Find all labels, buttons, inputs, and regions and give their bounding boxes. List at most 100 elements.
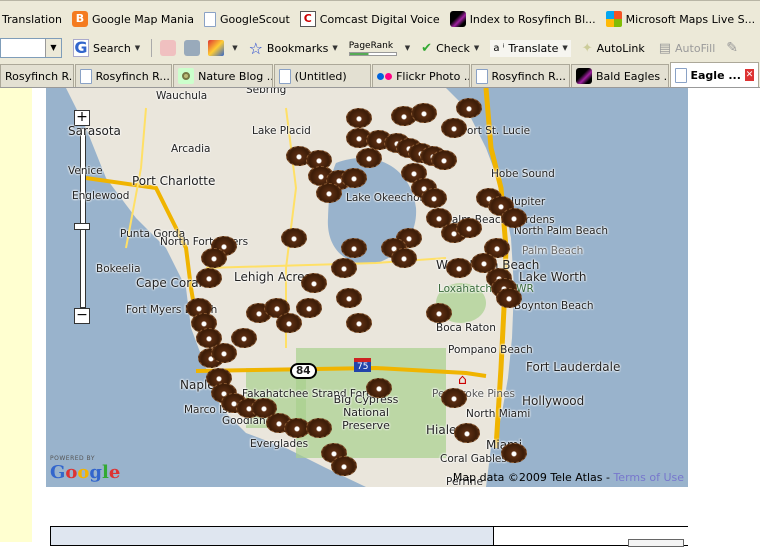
zoom-slider[interactable] bbox=[74, 128, 90, 308]
tab-rosyfinch-1[interactable]: Rosyfinch R... bbox=[0, 64, 74, 87]
search-input[interactable]: ▼ bbox=[0, 38, 62, 58]
zoom-control: + − bbox=[74, 110, 90, 324]
eagle-nest-marker-icon[interactable] bbox=[441, 388, 467, 408]
eagle-nest-marker-icon[interactable] bbox=[454, 423, 480, 443]
eagle-nest-marker-icon[interactable] bbox=[231, 328, 257, 348]
tab-label: Rosyfinch R... bbox=[491, 69, 566, 83]
eagle-nest-marker-icon[interactable] bbox=[456, 218, 482, 238]
eagle-nest-marker-icon[interactable] bbox=[316, 183, 342, 203]
zoom-slider-handle[interactable] bbox=[74, 223, 90, 230]
bookmark-label: Index to Rosyfinch Bl... bbox=[469, 12, 596, 26]
copyright-text: Map data ©2009 Tele Atlas - bbox=[452, 471, 614, 484]
place-label: Sebring bbox=[246, 88, 287, 96]
news-icon[interactable] bbox=[160, 40, 177, 56]
eagle-nest-marker-icon[interactable] bbox=[346, 108, 372, 128]
eagle-nest-marker-icon[interactable] bbox=[301, 273, 327, 293]
bookmark-label: GoogleScout bbox=[219, 12, 290, 26]
eagle-nest-marker-icon[interactable] bbox=[391, 248, 417, 268]
star-icon: ☆ bbox=[248, 38, 263, 58]
chevron-down-icon: ▼ bbox=[332, 44, 338, 52]
gadgets-icon[interactable] bbox=[208, 40, 225, 56]
tab-bald-eagles[interactable]: Bald Eagles ... bbox=[571, 64, 669, 87]
eagle-nest-marker-icon[interactable] bbox=[366, 378, 392, 398]
toolbar-divider[interactable] bbox=[151, 39, 153, 57]
place-label: Lake Worth bbox=[519, 270, 587, 284]
dropdown-arrow-icon[interactable]: ▼ bbox=[45, 39, 61, 57]
blogger-icon: B bbox=[71, 11, 88, 27]
eagle-nest-marker-icon[interactable] bbox=[456, 98, 482, 118]
quill-icon bbox=[576, 68, 593, 84]
bookmark-label: Comcast Digital Voice bbox=[319, 12, 440, 26]
eagle-nest-marker-icon[interactable] bbox=[411, 103, 437, 123]
pagerank-bar bbox=[348, 51, 397, 56]
eagle-nest-marker-icon[interactable] bbox=[306, 418, 332, 438]
eagle-nest-marker-icon[interactable] bbox=[211, 343, 237, 363]
eagle-nest-marker-icon[interactable] bbox=[441, 118, 467, 138]
tab-eagle-active[interactable]: Eagle ... ✕ bbox=[669, 62, 760, 87]
bookmark-googlescout[interactable]: GoogleScout bbox=[202, 11, 292, 27]
bookmarks-button[interactable]: ☆ Bookmarks ▼ bbox=[246, 37, 341, 60]
page-left-margin bbox=[0, 88, 32, 542]
eagle-nest-marker-icon[interactable] bbox=[426, 303, 452, 323]
eagle-nest-marker-icon[interactable] bbox=[276, 313, 302, 333]
rss-icon[interactable] bbox=[184, 40, 201, 56]
eagle-nest-marker-icon[interactable] bbox=[281, 228, 307, 248]
bookmark-label: Google Map Mania bbox=[91, 12, 194, 26]
tab-rosyfinch-3[interactable]: Rosyfinch R... bbox=[470, 64, 571, 87]
eagle-nest-marker-icon[interactable] bbox=[446, 258, 472, 278]
check-button[interactable]: ✔ Check ▼ bbox=[418, 39, 482, 58]
magic-wand-icon: ✦ bbox=[581, 40, 593, 56]
eagle-nest-marker-icon[interactable] bbox=[496, 288, 522, 308]
terms-of-use-link[interactable]: Terms of Use bbox=[613, 471, 684, 484]
search-button[interactable]: G Search ▼ bbox=[70, 37, 143, 59]
tab-nature-blog[interactable]: Nature Blog ... bbox=[173, 64, 273, 87]
bookmark-microsoft-maps[interactable]: Microsoft Maps Live S... bbox=[604, 11, 757, 27]
zoom-out-button[interactable]: − bbox=[74, 308, 90, 324]
place-label: Pompano Beach bbox=[448, 344, 533, 356]
chevron-down-icon[interactable]: ▼ bbox=[232, 44, 237, 52]
eagle-nest-marker-icon[interactable] bbox=[331, 456, 357, 476]
bookmark-index-rosyfinch[interactable]: Index to Rosyfinch Bl... bbox=[448, 11, 598, 27]
autofill-button[interactable]: ▤ AutoFill bbox=[656, 39, 719, 58]
google-map[interactable]: + − Wauchula Sebring Sarasota Lake Placi… bbox=[46, 88, 688, 487]
eagle-nest-marker-icon[interactable] bbox=[341, 238, 367, 258]
tab-untitled[interactable]: (Untitled) bbox=[273, 64, 372, 87]
eagle-nest-marker-icon[interactable] bbox=[356, 148, 382, 168]
bookmarks-label: Bookmarks bbox=[266, 41, 329, 55]
home-marker-icon[interactable]: ⌂ bbox=[458, 372, 467, 388]
eagle-nest-marker-icon[interactable] bbox=[431, 150, 457, 170]
eagle-nest-marker-icon[interactable] bbox=[341, 168, 367, 188]
content-table bbox=[50, 526, 688, 547]
translate-label: Translate bbox=[508, 41, 559, 55]
close-tab-icon[interactable]: ✕ bbox=[744, 69, 755, 81]
chevron-down-icon[interactable]: ▼ bbox=[135, 44, 140, 52]
place-label: Coral Gables bbox=[440, 453, 507, 465]
table-control[interactable] bbox=[628, 539, 684, 547]
chevron-down-icon[interactable]: ▼ bbox=[562, 44, 567, 52]
powered-by-label: POWERED BY bbox=[50, 455, 96, 462]
eagle-nest-marker-icon[interactable] bbox=[201, 248, 227, 268]
chevron-down-icon[interactable]: ▼ bbox=[474, 44, 479, 52]
eagle-nest-marker-icon[interactable] bbox=[501, 208, 527, 228]
translate-button[interactable]: a ⁱ Translate ▼ bbox=[490, 39, 571, 57]
tab-rosyfinch-2[interactable]: Rosyfinch R... bbox=[74, 64, 173, 87]
eagle-nest-marker-icon[interactable] bbox=[336, 288, 362, 308]
pagerank-label: PageRank bbox=[348, 40, 394, 51]
eagle-nest-marker-icon[interactable] bbox=[196, 268, 222, 288]
bookmark-google-map-mania[interactable]: B Google Map Mania bbox=[70, 11, 196, 27]
eagle-nest-marker-icon[interactable] bbox=[421, 188, 447, 208]
eagle-nest-marker-icon[interactable] bbox=[296, 298, 322, 318]
place-label: Jupiter bbox=[511, 196, 546, 208]
bookmark-comcast[interactable]: C Comcast Digital Voice bbox=[298, 11, 442, 27]
tab-flickr[interactable]: Flickr Photo ... bbox=[372, 64, 470, 87]
chevron-down-icon[interactable]: ▼ bbox=[405, 44, 410, 52]
autolink-button[interactable]: ✦ AutoLink bbox=[579, 39, 648, 58]
eagle-nest-marker-icon[interactable] bbox=[346, 313, 372, 333]
eagle-nest-marker-icon[interactable] bbox=[501, 443, 527, 463]
bookmark-translation[interactable]: Translation bbox=[0, 13, 64, 26]
google-branding: POWERED BY Google bbox=[50, 455, 120, 483]
google-logo[interactable]: Google bbox=[50, 462, 120, 483]
map-copyright: Map data ©2009 Tele Atlas - Terms of Use bbox=[453, 471, 684, 484]
eagle-nest-marker-icon[interactable] bbox=[331, 258, 357, 278]
eraser-icon[interactable]: ✎ bbox=[726, 40, 738, 56]
